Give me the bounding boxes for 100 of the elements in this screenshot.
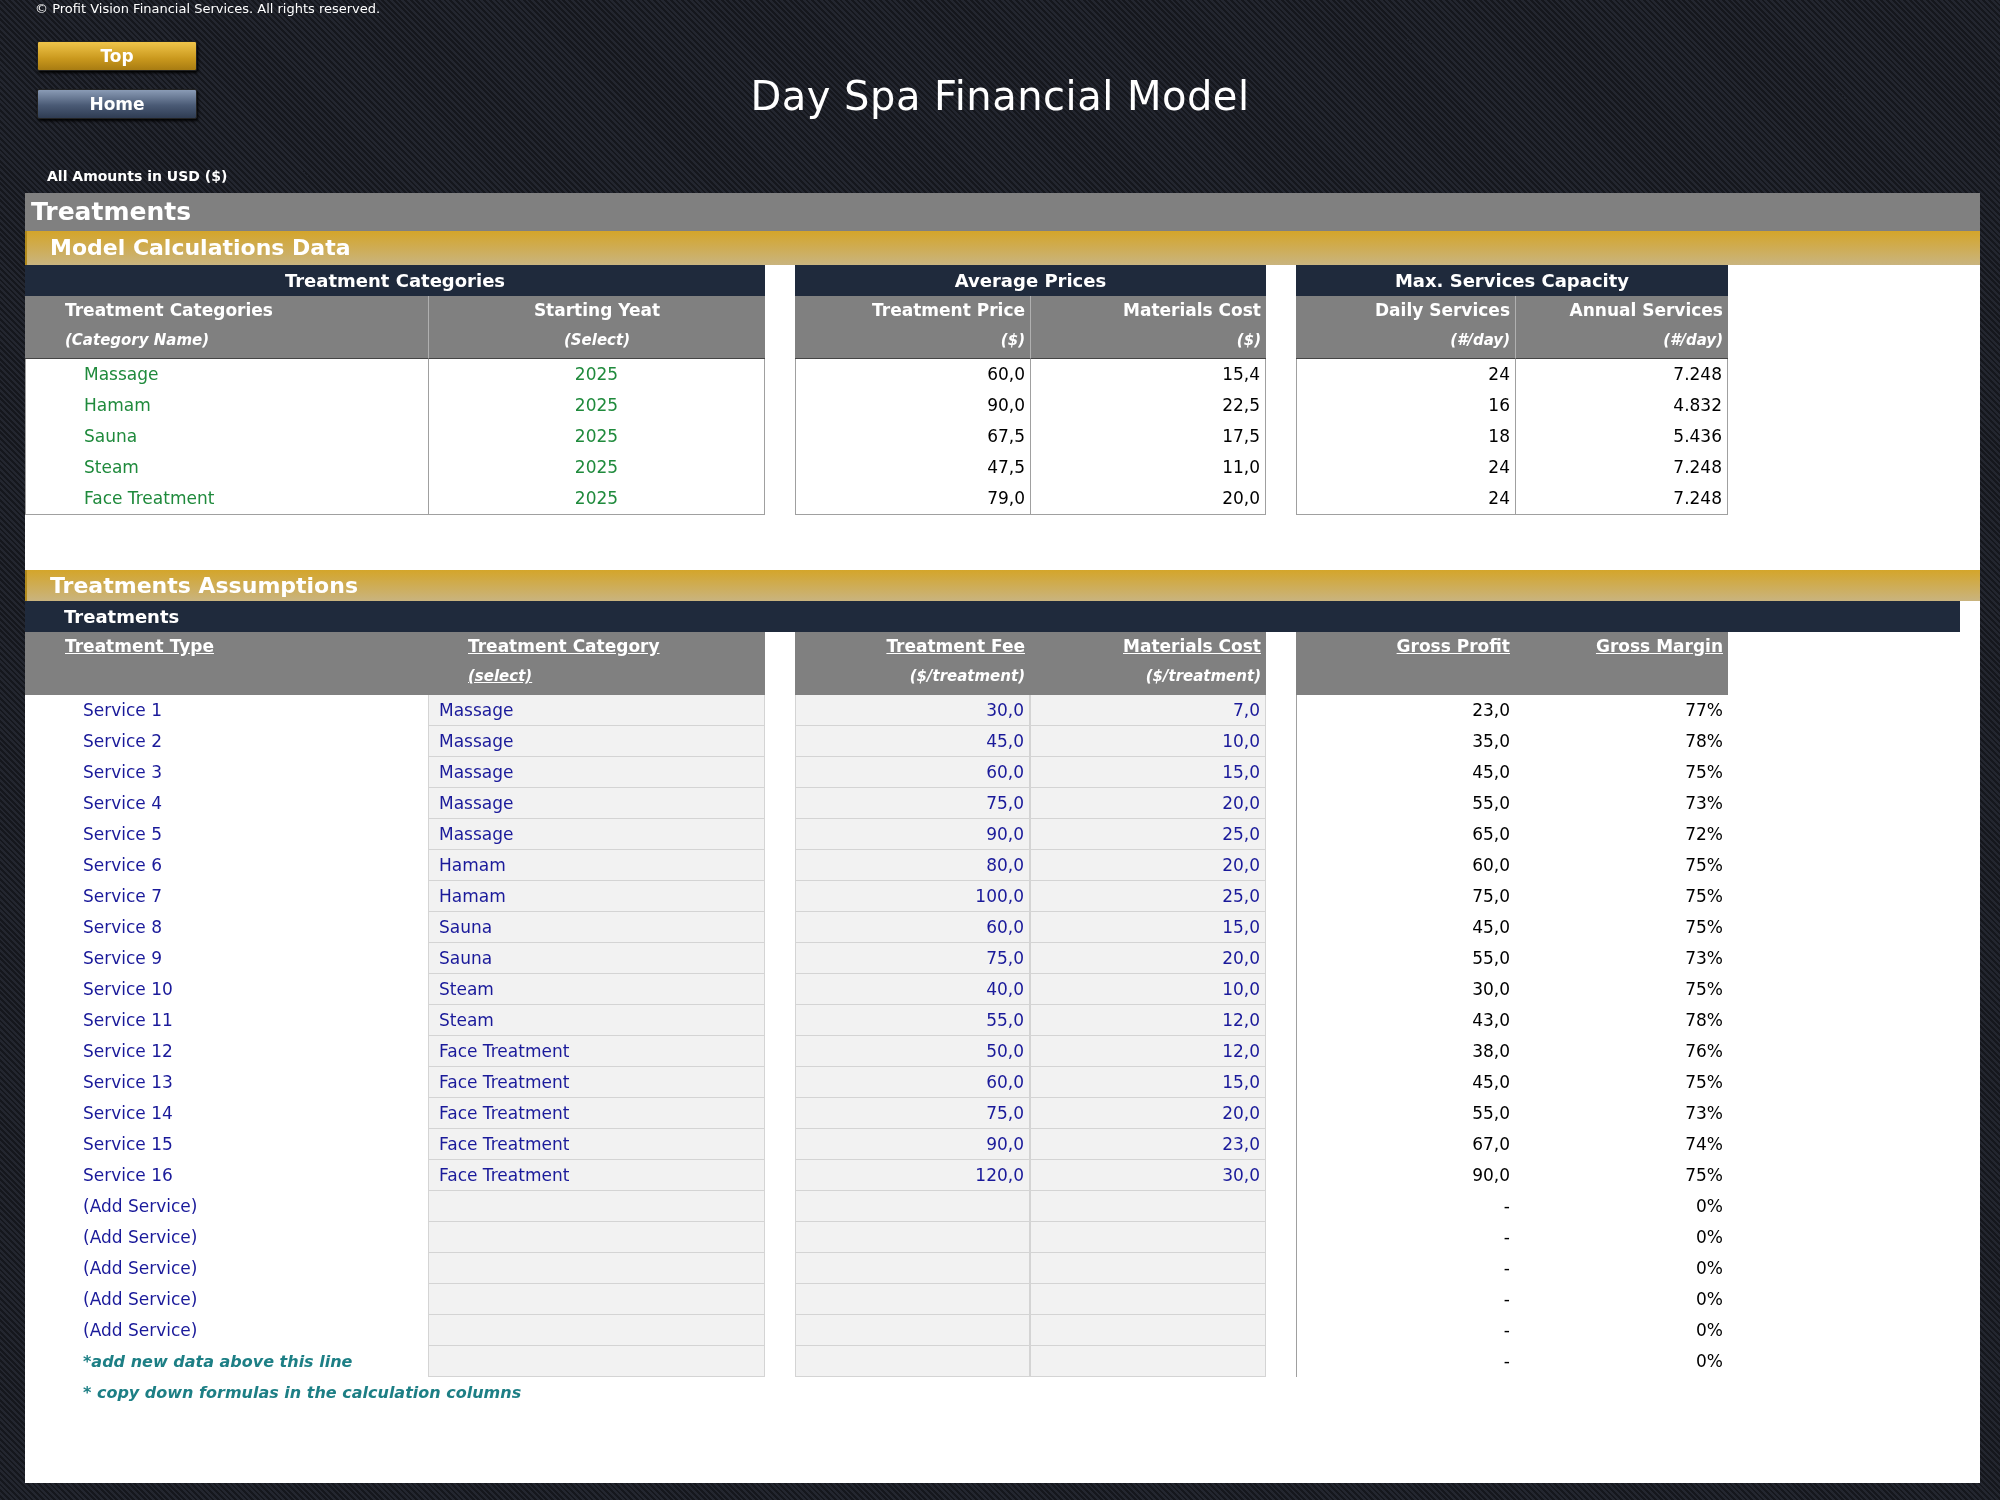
input-cell[interactable] <box>428 1222 765 1253</box>
column-label: Annual Services <box>1569 300 1723 322</box>
input-cell[interactable]: 12,0 <box>1030 1005 1266 1036</box>
input-cell[interactable] <box>428 1253 765 1284</box>
input-cell[interactable]: 80,0 <box>795 850 1030 881</box>
input-cell[interactable]: Steam <box>428 1005 765 1036</box>
input-cell[interactable]: Face Treatment <box>428 1067 765 1098</box>
input-cell[interactable] <box>428 1284 765 1315</box>
column-unit: ($) <box>1236 331 1261 349</box>
input-cell[interactable]: Steam <box>428 974 765 1005</box>
input-cell[interactable] <box>1030 1253 1266 1284</box>
table-cell: 15,4 <box>1030 359 1266 390</box>
table-cell: - <box>1296 1315 1515 1346</box>
input-cell[interactable] <box>795 1346 1030 1377</box>
input-cell[interactable]: 15,0 <box>1030 757 1266 788</box>
input-cell[interactable] <box>795 1315 1030 1346</box>
input-cell[interactable] <box>428 1191 765 1222</box>
input-cell[interactable]: Face Treatment <box>428 1160 765 1191</box>
input-cell[interactable]: 40,0 <box>795 974 1030 1005</box>
input-cell[interactable]: Massage <box>428 819 765 850</box>
input-cell[interactable] <box>795 1253 1030 1284</box>
input-cell[interactable]: Massage <box>428 788 765 819</box>
table-cell-text: Service 12 <box>82 1040 174 1063</box>
table-cell-text: 0% <box>1695 1226 1724 1249</box>
input-cell[interactable] <box>428 1346 765 1377</box>
input-cell[interactable]: Massage <box>428 726 765 757</box>
column-label: Treatment Fee <box>886 636 1025 658</box>
input-cell[interactable]: 100,0 <box>795 881 1030 912</box>
input-cell[interactable]: 30,0 <box>795 695 1030 726</box>
table-cell: 11,0 <box>1030 452 1266 483</box>
table-cell: 60,0 <box>1296 850 1515 881</box>
input-cell[interactable]: 60,0 <box>795 912 1030 943</box>
input-cell[interactable] <box>1030 1191 1266 1222</box>
table-cell-text: 76% <box>1684 1040 1724 1063</box>
table-cell-text: (Add Service) <box>82 1257 199 1280</box>
input-cell[interactable]: 75,0 <box>795 943 1030 974</box>
input-cell[interactable]: 15,0 <box>1030 912 1266 943</box>
input-cell[interactable]: 30,0 <box>1030 1160 1266 1191</box>
input-cell[interactable]: 55,0 <box>795 1005 1030 1036</box>
table-cell-text: 78% <box>1684 1009 1724 1032</box>
input-cell[interactable]: 60,0 <box>795 1067 1030 1098</box>
input-cell[interactable]: 90,0 <box>795 819 1030 850</box>
table-cell-text: (Add Service) <box>82 1288 199 1311</box>
input-cell[interactable]: Face Treatment <box>428 1098 765 1129</box>
input-cell[interactable]: 23,0 <box>1030 1129 1266 1160</box>
input-cell[interactable]: 15,0 <box>1030 1067 1266 1098</box>
column-unit: ($/treatment) <box>1145 667 1261 685</box>
table-cell: 38,0 <box>1296 1036 1515 1067</box>
table-cell-text: Service 5 <box>82 823 164 846</box>
input-cell[interactable]: 20,0 <box>1030 943 1266 974</box>
column-label: Materials Cost <box>1123 636 1261 658</box>
table-cell: 67,0 <box>1296 1129 1515 1160</box>
input-cell[interactable] <box>1030 1346 1266 1377</box>
table-cell-text: Service 11 <box>82 1009 174 1032</box>
input-cell[interactable]: 90,0 <box>795 1129 1030 1160</box>
input-cell[interactable] <box>428 1315 765 1346</box>
input-cell[interactable]: 20,0 <box>1030 1098 1266 1129</box>
input-cell[interactable]: Face Treatment <box>428 1036 765 1067</box>
input-cell[interactable] <box>795 1191 1030 1222</box>
table-cell: 20,0 <box>1030 483 1266 515</box>
table-cell-text: 73% <box>1684 947 1724 970</box>
nav-button[interactable]: Home <box>37 89 197 119</box>
input-cell[interactable]: Massage <box>428 757 765 788</box>
column-unit: (#/day) <box>1450 331 1510 349</box>
table-cell-text: (Add Service) <box>82 1226 199 1249</box>
input-cell[interactable]: Sauna <box>428 943 765 974</box>
input-cell[interactable]: Hamam <box>428 850 765 881</box>
input-cell[interactable]: 50,0 <box>795 1036 1030 1067</box>
table-cell: 7.248 <box>1515 483 1728 515</box>
input-cell[interactable] <box>795 1222 1030 1253</box>
input-cell[interactable]: Hamam <box>428 881 765 912</box>
input-cell[interactable]: 25,0 <box>1030 819 1266 850</box>
input-cell[interactable]: 20,0 <box>1030 788 1266 819</box>
input-cell[interactable] <box>795 1284 1030 1315</box>
table-cell-text: Service 4 <box>82 792 164 815</box>
table-cell: 16 <box>1296 390 1515 421</box>
table-cell: - <box>1296 1222 1515 1253</box>
input-cell[interactable]: 75,0 <box>795 1098 1030 1129</box>
input-cell[interactable]: 60,0 <box>795 757 1030 788</box>
input-cell[interactable]: 12,0 <box>1030 1036 1266 1067</box>
input-cell[interactable]: Massage <box>428 695 765 726</box>
table-cell-text: Service 9 <box>82 947 164 970</box>
input-cell[interactable]: 75,0 <box>795 788 1030 819</box>
input-cell[interactable]: 25,0 <box>1030 881 1266 912</box>
input-cell[interactable]: Face Treatment <box>428 1129 765 1160</box>
table-cell: 35,0 <box>1296 726 1515 757</box>
input-cell[interactable]: 45,0 <box>795 726 1030 757</box>
input-cell[interactable]: 7,0 <box>1030 695 1266 726</box>
table-cell-text: Service 16 <box>82 1164 174 1187</box>
input-cell[interactable] <box>1030 1284 1266 1315</box>
input-cell[interactable]: 20,0 <box>1030 850 1266 881</box>
input-cell[interactable]: 10,0 <box>1030 974 1266 1005</box>
column-label: Daily Services <box>1374 300 1510 322</box>
input-cell[interactable] <box>1030 1222 1266 1253</box>
input-cell[interactable] <box>1030 1315 1266 1346</box>
input-cell[interactable]: 10,0 <box>1030 726 1266 757</box>
table-cell-text: 0% <box>1695 1319 1724 1342</box>
input-cell[interactable]: 120,0 <box>795 1160 1030 1191</box>
input-cell[interactable]: Sauna <box>428 912 765 943</box>
subsection-title: Treatments Assumptions <box>25 570 1980 601</box>
